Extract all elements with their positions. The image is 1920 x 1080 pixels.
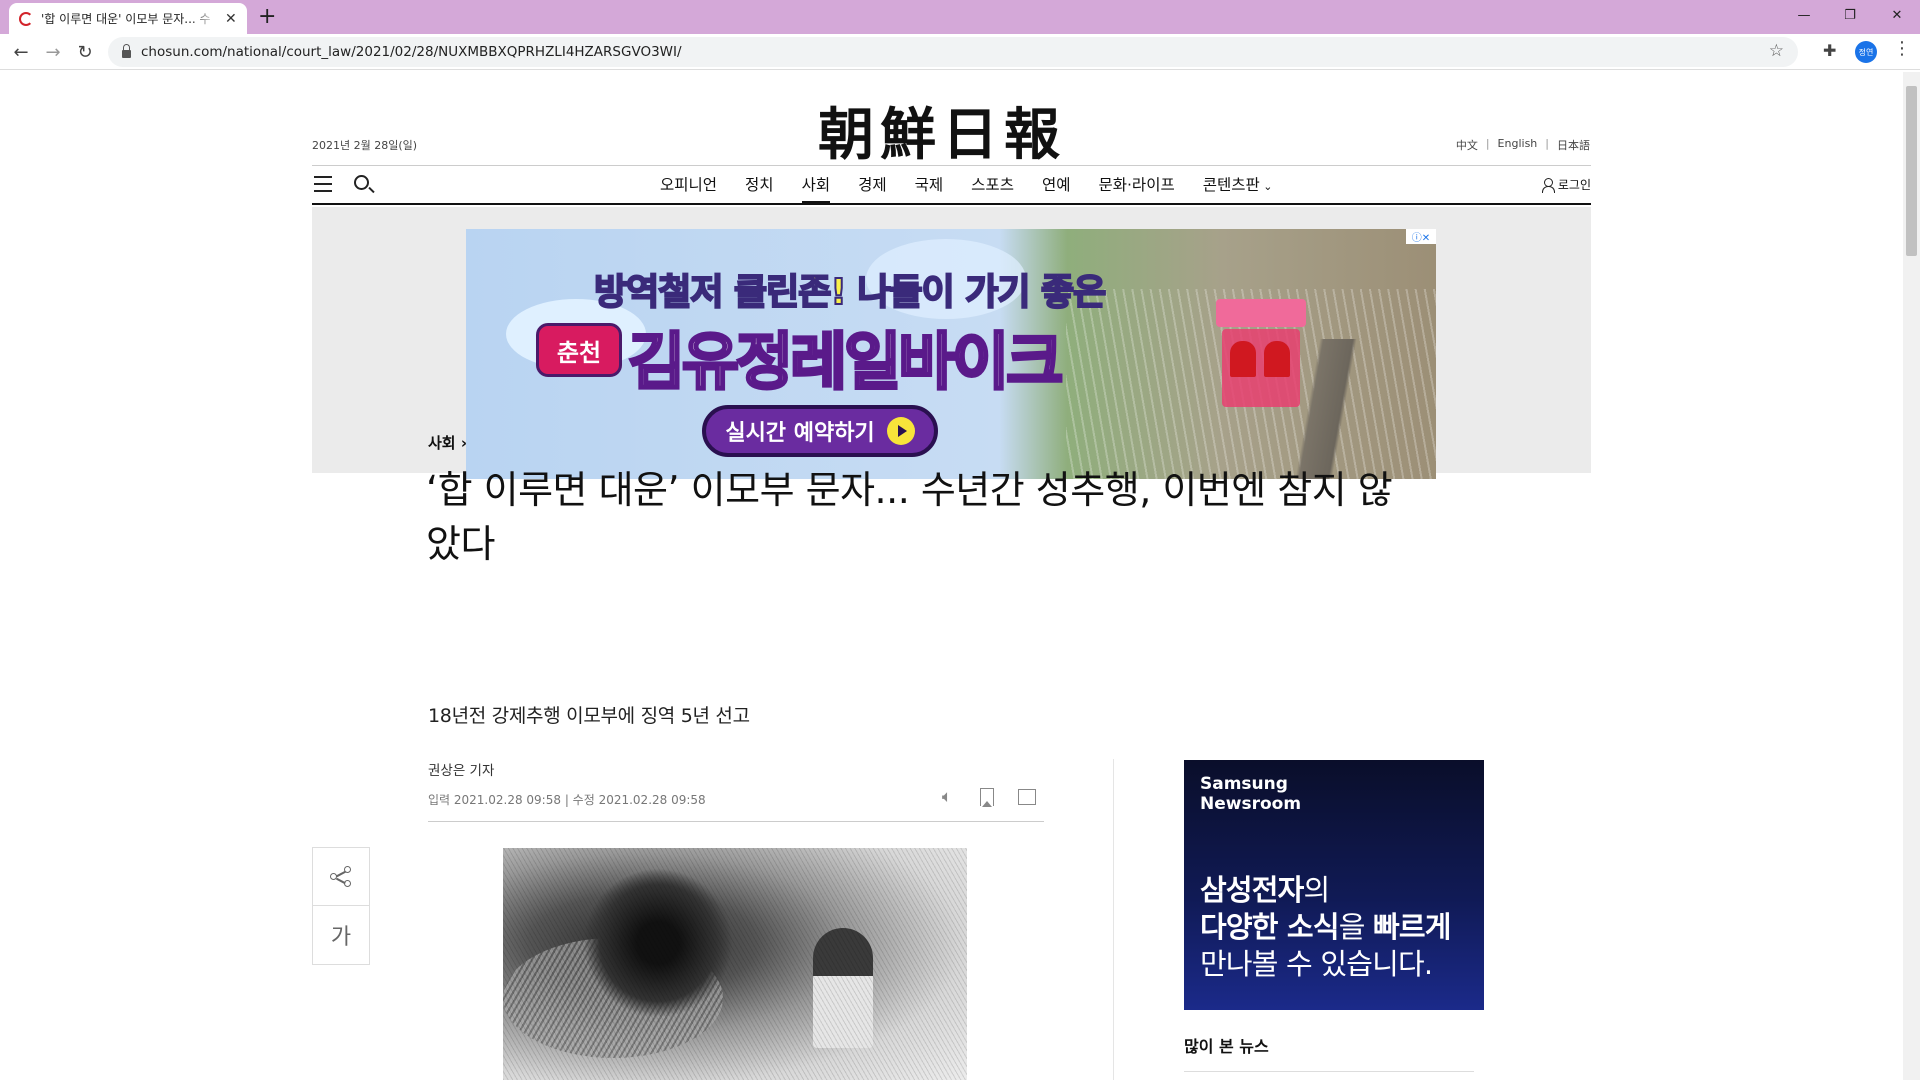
nav-item-culture-life[interactable]: 문화·라이프: [1084, 166, 1188, 204]
ad-headline-2: 김유정레일바이크: [626, 324, 1064, 400]
url-field[interactable]: chosun.com/national/court_law/2021/02/28…: [108, 37, 1798, 67]
reporter-name[interactable]: 권상은 기자: [428, 759, 494, 779]
login-link[interactable]: 로그인: [1541, 176, 1591, 193]
print-icon: [1018, 789, 1036, 805]
ad-reserve-label: 실시간 예약하기: [725, 421, 875, 446]
railbike-ad-banner[interactable]: 방역철저 클린존! 나들이 가기 좋은 춘천 김유정레일바이크 실시간 예약하기…: [466, 229, 1436, 479]
site-favicon-icon: [19, 11, 33, 26]
nav-item-contents-label: 콘텐츠판: [1202, 176, 1260, 194]
login-label: 로그인: [1557, 178, 1591, 192]
browser-tab-strip: '합 이루면 대운' 이모부 문자... 수 ✕ + — ❐ ✕: [0, 0, 1920, 34]
samsung-ad-copy: 삼성전자의 다양한 소식을 빠르게 만나볼 수 있습니다.: [1200, 873, 1451, 981]
share-icon: [330, 865, 352, 888]
lock-icon[interactable]: [122, 44, 131, 58]
window-minimize-button[interactable]: —: [1781, 0, 1827, 30]
tab-title: '합 이루면 대운' 이모부 문자... 수: [41, 12, 211, 26]
floating-tools: 가: [312, 847, 370, 965]
window-restore-button[interactable]: ❐: [1827, 0, 1873, 30]
nav-item-economy[interactable]: 경제: [844, 166, 901, 204]
chosun-logo[interactable]: 朝鮮日報: [818, 90, 1066, 171]
ad-reserve-button[interactable]: 실시간 예약하기: [702, 405, 938, 457]
extensions-puzzle-icon[interactable]: ✚: [1823, 41, 1836, 60]
article-illustration[interactable]: [503, 848, 967, 1080]
top-ad-area: 방역철저 클린존! 나들이 가기 좋은 춘천 김유정레일바이크 실시간 예약하기…: [312, 207, 1591, 479]
lang-separator: |: [1545, 137, 1549, 150]
breadcrumb-label: 사회: [428, 434, 456, 452]
address-bar-row: ← → ↻ chosun.com/national/court_law/2021…: [0, 34, 1920, 70]
bookmark-button[interactable]: [976, 786, 998, 808]
window-close-button[interactable]: ✕: [1874, 0, 1920, 30]
section-menu: 오피니언 정치 사회 경제 국제 스포츠 연예 문화·라이프 콘텐츠판 ⌄: [646, 166, 1286, 204]
samsung-newsroom-ad[interactable]: Samsung Newsroom 삼성전자의 다양한 소식을 빠르게 만나볼 수…: [1184, 760, 1484, 1010]
nav-item-contents[interactable]: 콘텐츠판 ⌄: [1189, 166, 1287, 204]
hamburger-menu-icon[interactable]: [314, 176, 332, 192]
lang-english-link[interactable]: English: [1498, 137, 1538, 153]
browser-menu-icon[interactable]: ⋮: [1893, 38, 1911, 59]
nav-item-sports[interactable]: 스포츠: [957, 166, 1028, 204]
nav-item-opinion[interactable]: 오피니언: [646, 166, 731, 204]
nav-item-society[interactable]: 사회: [788, 166, 845, 204]
article-timestamps: 입력 2021.02.28 09:58 | 수정 2021.02.28 09:5…: [428, 793, 706, 807]
adchoices-close-icon[interactable]: ⓘ✕: [1406, 229, 1436, 244]
speaker-icon[interactable]: 🔈︎: [936, 786, 958, 808]
article-headline: ‘합 이루면 대운’ 이모부 문자... 수년간 성추행, 이번엔 참지 않았다: [426, 468, 1393, 566]
nav-item-politics[interactable]: 정치: [731, 166, 788, 204]
profile-avatar[interactable]: 정연: [1855, 41, 1877, 63]
forward-arrow-icon[interactable]: →: [42, 41, 64, 63]
article-subheadline: 18년전 강제추행 이모부에 징역 5년 선고: [428, 705, 750, 727]
scrollbar-thumb[interactable]: [1906, 86, 1917, 256]
url-text: chosun.com/national/court_law/2021/02/28…: [141, 44, 682, 60]
tab-close-icon[interactable]: ✕: [225, 11, 237, 27]
popular-news-list: [1184, 1071, 1474, 1080]
new-tab-button[interactable]: +: [258, 4, 276, 30]
popular-news-title: 많이 본 뉴스: [1184, 1037, 1269, 1056]
nav-item-international[interactable]: 국제: [901, 166, 958, 204]
section-breadcrumb[interactable]: 사회 ›: [428, 432, 467, 453]
search-icon[interactable]: [354, 175, 369, 190]
language-links: 中文 | English | 日本語: [1456, 137, 1590, 153]
column-divider: [1113, 759, 1114, 1080]
samsung-newsroom-logo: Samsung Newsroom: [1200, 774, 1302, 814]
font-size-button[interactable]: 가: [313, 906, 369, 964]
page-content: 朝鮮日報 2021년 2월 28일(일) 中文 | English | 日本語 …: [0, 71, 1903, 1080]
article-tools: 🔈︎: [936, 786, 1038, 808]
header-date: 2021년 2월 28일(일): [312, 139, 418, 152]
main-navigation: 오피니언 정치 사회 경제 국제 스포츠 연예 문화·라이프 콘텐츠판 ⌄ 로그…: [312, 165, 1591, 205]
browser-tab-active[interactable]: '합 이루면 대운' 이모부 문자... 수 ✕: [9, 3, 247, 34]
ad-railbike-image: [1216, 299, 1306, 409]
reload-icon[interactable]: ↻: [74, 41, 96, 63]
print-button[interactable]: [1016, 786, 1038, 808]
lang-chinese-link[interactable]: 中文: [1456, 137, 1478, 153]
ad-location-tag: 춘천: [536, 323, 622, 377]
bookmark-icon: [980, 788, 994, 807]
nav-item-entertainment[interactable]: 연예: [1028, 166, 1085, 204]
back-arrow-icon[interactable]: ←: [10, 41, 32, 63]
chevron-down-icon: ⌄: [1259, 180, 1273, 193]
share-button[interactable]: [313, 848, 369, 906]
byline-divider: [428, 821, 1044, 822]
user-icon: [1541, 177, 1555, 193]
play-icon: [886, 417, 915, 445]
bookmark-star-icon[interactable]: ☆: [1769, 41, 1784, 61]
ad-headline-1: 방역철저 클린존! 나들이 가기 좋은: [593, 271, 1107, 314]
lang-separator: |: [1485, 137, 1490, 150]
lang-japanese-link[interactable]: 日本語: [1557, 137, 1590, 153]
